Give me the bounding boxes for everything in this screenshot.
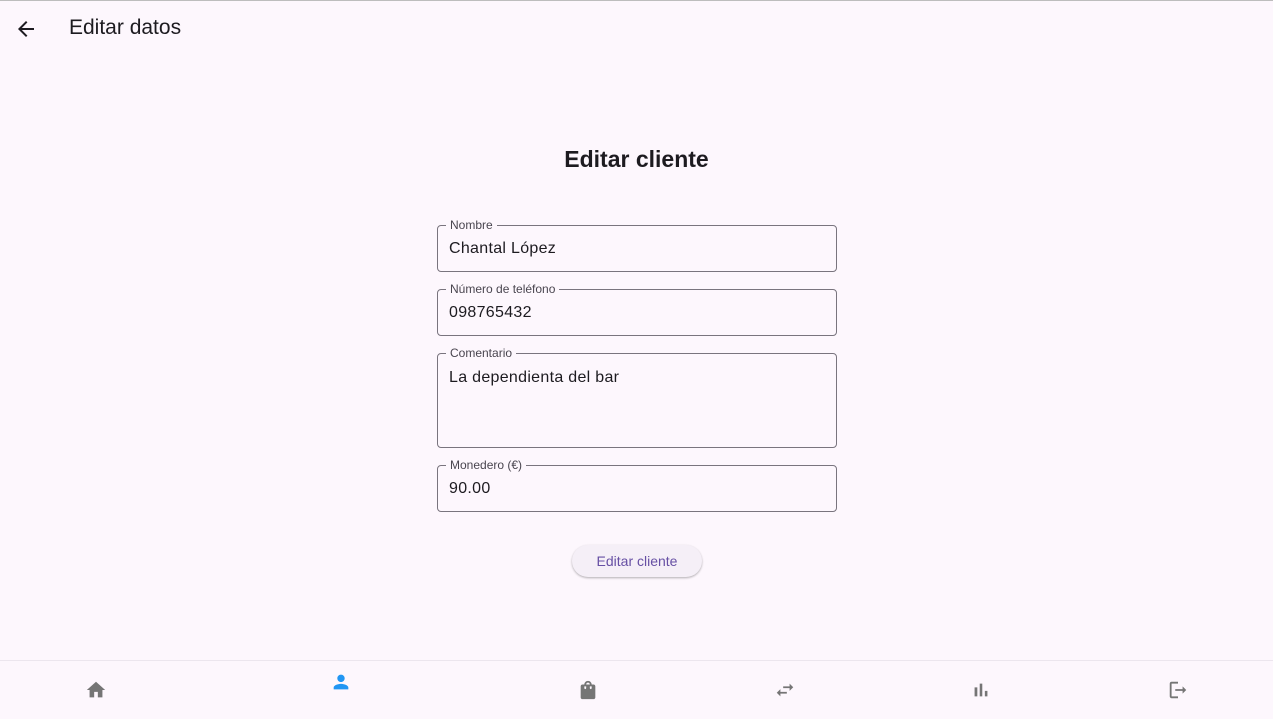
page-title: Editar datos	[69, 16, 182, 39]
nav-transfers[interactable]	[755, 661, 815, 719]
bottom-navigation	[0, 660, 1273, 719]
comment-input[interactable]: La dependienta del bar	[449, 368, 825, 438]
comment-field-label: Comentario	[446, 346, 517, 360]
wallet-field[interactable]: Monedero (€)	[437, 458, 837, 512]
bar-chart-icon	[974, 683, 988, 697]
form-title: Editar cliente	[564, 146, 709, 172]
phone-field-label: Número de teléfono	[446, 282, 560, 296]
name-field-label: Nombre	[446, 218, 497, 232]
swap-arrows-icon	[776, 683, 794, 697]
phone-field[interactable]: Número de teléfono	[437, 282, 837, 336]
nav-stats[interactable]	[951, 661, 1011, 719]
name-field[interactable]: Nombre	[437, 218, 837, 272]
arrow-back-icon	[18, 21, 34, 37]
wallet-field-label: Monedero (€)	[446, 458, 527, 472]
app-bar: Editar datos	[0, 1, 1273, 57]
nav-shop[interactable]	[558, 661, 618, 719]
logout-icon	[1169, 681, 1187, 699]
back-button[interactable]	[6, 9, 46, 49]
nav-clients[interactable]	[311, 653, 371, 711]
home-icon	[86, 681, 106, 698]
phone-input[interactable]	[449, 304, 825, 322]
wallet-input[interactable]	[449, 480, 825, 498]
nav-logout[interactable]	[1148, 661, 1208, 719]
edit-client-button[interactable]: Editar cliente	[572, 545, 702, 577]
shopping-bag-icon	[580, 680, 596, 700]
nav-home[interactable]	[66, 661, 126, 719]
name-input[interactable]	[449, 240, 825, 258]
comment-field[interactable]: Comentario La dependienta del bar	[437, 346, 837, 448]
person-icon	[333, 674, 349, 690]
